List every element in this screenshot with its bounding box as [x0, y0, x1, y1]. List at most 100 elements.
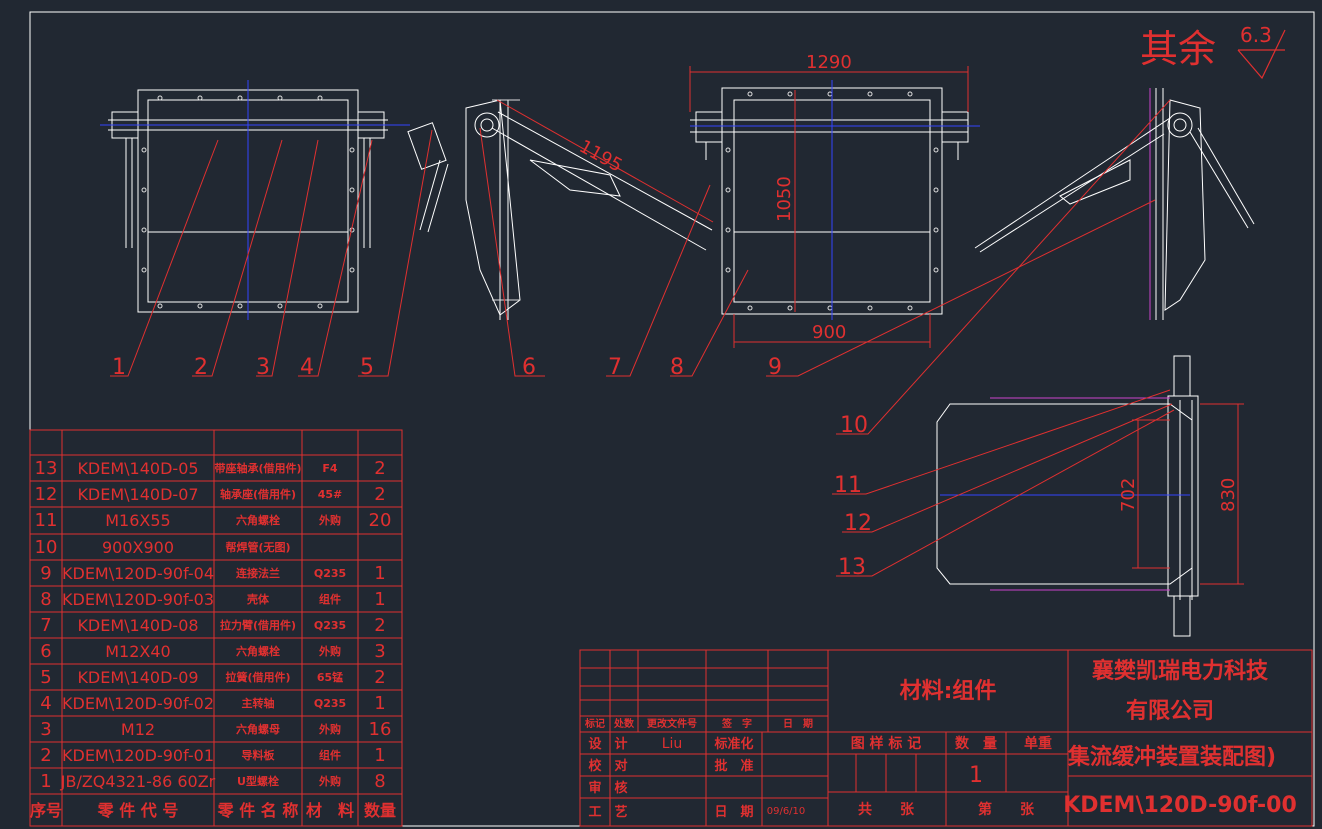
rev-header-cell: 日 期: [783, 717, 813, 730]
weight-label: 单重: [1024, 735, 1052, 752]
bom-cell-name: U型螺栓: [237, 774, 279, 788]
bom-cell-code: KDEM\120D-90f-02: [62, 694, 214, 713]
bom-cell-code: KDEM\140D-05: [77, 459, 198, 478]
balloon-label: 1: [112, 355, 126, 380]
role-label: 设 计: [588, 736, 627, 752]
bom-cell-qty: 2: [374, 615, 385, 636]
balloon-label: 7: [608, 355, 622, 380]
bom-cell-material: 45#: [318, 488, 343, 501]
view-main-frame: [690, 80, 980, 320]
title-block-text: 标记 处数 更改文件号签 字日 期设 计校 对审 核工 艺Liu 标准化批 准日 期0…: [584, 658, 1297, 820]
drawing-frame: [29, 11, 1315, 827]
bom-cell-qty: 1: [374, 693, 385, 714]
dim-702: 702: [1118, 419, 1170, 569]
bom-cell-material: F4: [322, 462, 338, 475]
qty-value: 1: [969, 763, 983, 788]
bom-cell-name: 六角螺母: [236, 722, 280, 736]
stage-label: 图 样 标 记: [851, 735, 922, 752]
sheet-total-label: 共 张: [858, 801, 915, 818]
dim-1195: 1195: [496, 99, 714, 223]
dim-1195-label: 1195: [576, 136, 626, 177]
balloon-label: 11: [834, 473, 862, 498]
bom-cell-no: 13: [35, 458, 58, 479]
bom-cell-code: KDEM\120D-90f-01: [62, 746, 214, 765]
bom-cell-material: 外购: [318, 722, 341, 736]
balloon-label: 8: [670, 355, 684, 380]
balloon-label: 4: [300, 355, 314, 380]
bom-cell-code: KDEM\140D-07: [77, 485, 198, 504]
bom-cell-material: 外购: [318, 644, 341, 658]
balloon-label: 13: [838, 555, 866, 580]
bom-cell-code: M12: [121, 720, 155, 739]
date-label: 日 期: [714, 805, 753, 820]
balloon-label: 5: [360, 355, 374, 380]
role-label: 工 艺: [588, 804, 627, 820]
bom-cell-qty: 8: [374, 771, 385, 792]
bom-cell-material: 组件: [319, 748, 341, 762]
bom-cell-name: 拉力臂(借用件): [220, 618, 296, 632]
bom-cell-code: KDEM\140D-09: [77, 668, 198, 687]
bom-cell-name: 轴承座(借用件): [220, 487, 296, 501]
dim-1050: 1050: [774, 90, 796, 312]
bom-cell-name: 帮焊管(无图): [225, 540, 290, 554]
bom-header-cell: 零 件 名 称: [217, 801, 299, 820]
roughness-label: 其余: [1140, 27, 1216, 71]
bom-cell-no: 2: [40, 745, 51, 766]
view-side-arm: [407, 99, 713, 320]
drawing-name: 集流缓冲装置装配图): [1067, 744, 1276, 770]
bom-cell-code: KDEM\140D-08: [77, 616, 198, 635]
bom-cell-name: 导料板: [242, 748, 276, 762]
std-label: 标准化: [713, 736, 753, 752]
bom-cell-name: 带座轴承(借用件): [214, 461, 301, 475]
view-front-frame: [100, 80, 410, 320]
dim-1290: 1290: [689, 52, 969, 112]
bom-cell-code: M16X55: [105, 511, 170, 530]
dim-1290-label: 1290: [806, 52, 852, 73]
dim-1050-label: 1050: [774, 176, 795, 222]
balloon-label: 2: [194, 355, 208, 380]
bom-cell-qty: 3: [374, 641, 385, 662]
balloon-label: 6: [522, 355, 536, 380]
bom-cell-qty: 1: [374, 589, 385, 610]
role-label: 校 对: [588, 758, 627, 774]
qty-label: 数 量: [955, 735, 997, 752]
bom-cell-name: 壳体: [246, 592, 270, 606]
balloon-label: 10: [840, 413, 868, 438]
dim-702-label: 702: [1118, 478, 1139, 512]
material-label: 材料:组件: [900, 678, 997, 704]
bom-cell-no: 5: [40, 667, 51, 688]
designer-name: Liu: [662, 736, 683, 752]
bom-cell-no: 7: [40, 615, 51, 636]
bom-cell-qty: 2: [374, 667, 385, 688]
bom-cell-no: 11: [35, 510, 58, 531]
bom-header-cell: 零 件 代 号: [97, 801, 179, 820]
role-label: 审 核: [588, 780, 627, 796]
bom-cell-no: 8: [40, 589, 51, 610]
bom-cell-no: 4: [40, 693, 51, 714]
bom-cell-code: JB/ZQ4321-86 60Zr: [60, 772, 216, 791]
bom-cell-material: 外购: [318, 774, 341, 788]
bom-cell-material: 65锰: [317, 670, 343, 684]
company-line1: 襄樊凯瑞电力科技: [1091, 658, 1269, 684]
bom-cell-name: 连接法兰: [236, 566, 280, 580]
bom-header-cell: 材 料: [306, 801, 354, 820]
bom-cell-qty: 16: [369, 719, 392, 740]
cad-drawing: 其余 6.3 1195 1290 1050 900 702 830 1 2 3 …: [29, 11, 1315, 827]
drawing-number: KDEM\120D-90f-00: [1063, 793, 1297, 818]
bom-cell-code: KDEM\120D-90f-04: [62, 564, 214, 583]
bom-cell-qty: 20: [369, 510, 392, 531]
dim-830: 830: [1200, 403, 1244, 585]
date-value: 09/6/10: [767, 806, 806, 817]
bom-cell-no: 1: [40, 771, 51, 792]
roughness-value: 6.3: [1240, 23, 1272, 47]
bom-cell-no: 10: [35, 537, 58, 558]
bom-cell-name: 主转轴: [242, 696, 275, 710]
bom-cell-name: 六角螺栓: [236, 644, 280, 658]
bom-cell-qty: 2: [374, 458, 385, 479]
dim-900-label: 900: [812, 322, 846, 343]
bom-cell-no: 12: [35, 484, 58, 505]
view-side-right: [974, 88, 1255, 320]
bom-cell-code: KDEM\120D-90f-03: [62, 590, 214, 609]
rev-header-cell: 更改文件号: [647, 717, 697, 730]
bom-cell-qty: 1: [374, 745, 385, 766]
